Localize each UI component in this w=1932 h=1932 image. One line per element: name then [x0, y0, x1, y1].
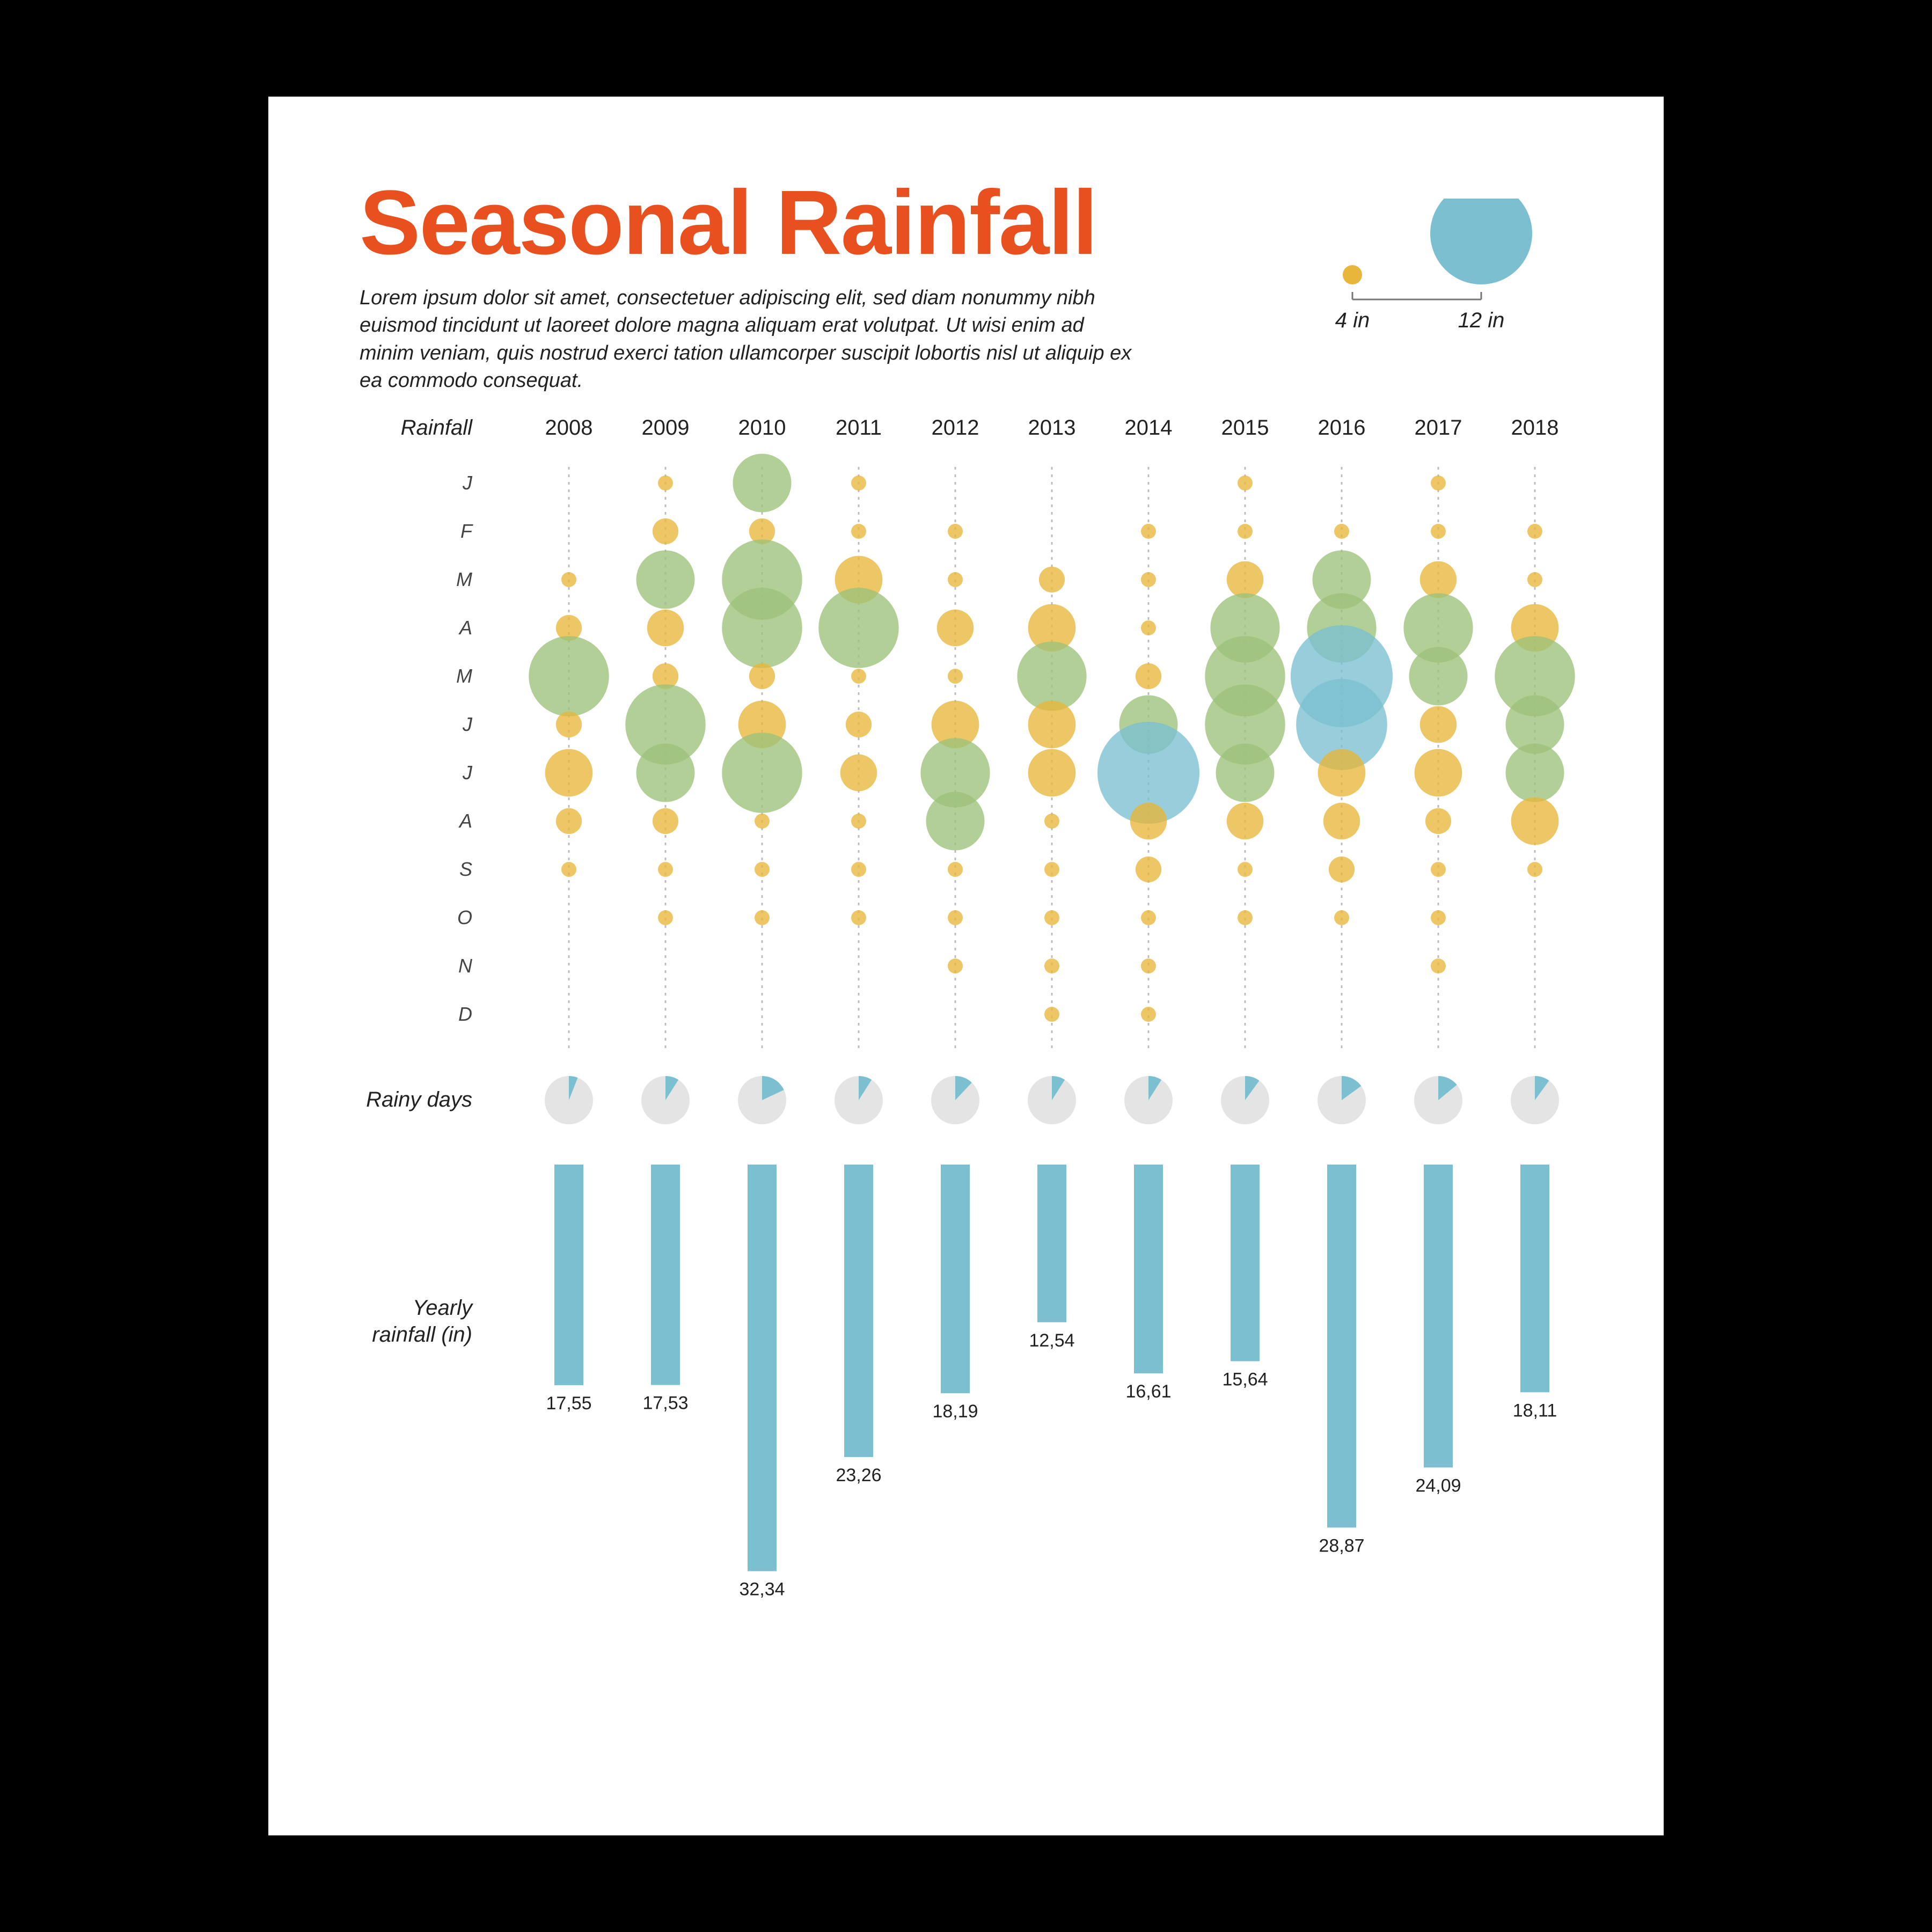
svg-text:M: M [456, 568, 472, 590]
svg-text:2016: 2016 [1318, 416, 1366, 440]
svg-text:2018: 2018 [1511, 416, 1559, 440]
svg-text:32,34: 32,34 [739, 1579, 785, 1600]
size-legend-svg: 4 in 12 in [1272, 199, 1551, 360]
svg-text:2012: 2012 [932, 416, 979, 440]
svg-text:2017: 2017 [1415, 416, 1462, 440]
svg-text:N: N [458, 955, 473, 977]
svg-text:M: M [456, 665, 472, 687]
svg-text:12,54: 12,54 [1029, 1330, 1074, 1351]
svg-text:S: S [459, 858, 472, 880]
svg-text:2011: 2011 [836, 416, 882, 440]
svg-text:O: O [457, 906, 472, 928]
svg-text:2013: 2013 [1028, 416, 1076, 440]
svg-text:J: J [462, 762, 473, 784]
svg-text:Rainy days: Rainy days [366, 1088, 472, 1111]
svg-text:D: D [458, 1003, 472, 1025]
svg-text:18,19: 18,19 [932, 1401, 978, 1422]
svg-text:2014: 2014 [1125, 416, 1173, 440]
svg-text:28,87: 28,87 [1319, 1535, 1364, 1556]
svg-text:16,61: 16,61 [1125, 1381, 1171, 1402]
svg-text:Rainfall: Rainfall [401, 416, 473, 440]
content-area: Seasonal Rainfall Lorem ipsum dolor sit … [360, 177, 1572, 1771]
svg-text:2008: 2008 [545, 416, 593, 440]
size-legend: 4 in 12 in [1272, 199, 1551, 338]
svg-text:18,11: 18,11 [1513, 1400, 1557, 1421]
svg-text:4 in: 4 in [1335, 309, 1370, 332]
main-figure: Rainfall 2008 2009 2010 2011 2012 2013 2014 2015… [360, 413, 1572, 1771]
svg-text:F: F [460, 520, 473, 542]
svg-text:J: J [462, 472, 473, 494]
svg-text:A: A [458, 810, 472, 832]
lead-paragraph: Lorem ipsum dolor sit amet, consectetuer… [360, 284, 1138, 394]
svg-text:12 in: 12 in [1458, 309, 1505, 332]
poster-page: Seasonal Rainfall Lorem ipsum dolor sit … [268, 97, 1664, 1835]
svg-text:2010: 2010 [738, 416, 786, 440]
svg-text:Yearly: Yearly [413, 1296, 474, 1320]
svg-text:rainfall (in): rainfall (in) [372, 1323, 472, 1346]
svg-text:24,09: 24,09 [1415, 1475, 1461, 1496]
svg-text:A: A [458, 617, 472, 639]
svg-text:J: J [462, 713, 473, 735]
svg-text:15,64: 15,64 [1222, 1369, 1268, 1389]
svg-text:23,26: 23,26 [836, 1465, 881, 1485]
svg-text:17,53: 17,53 [642, 1393, 688, 1414]
main-svg: Rainfall 2008 2009 2010 2011 2012 2013 2014 2015… [360, 413, 1599, 1669]
svg-text:17,55: 17,55 [546, 1393, 591, 1414]
svg-text:2009: 2009 [642, 416, 690, 440]
svg-text:2015: 2015 [1221, 416, 1269, 440]
